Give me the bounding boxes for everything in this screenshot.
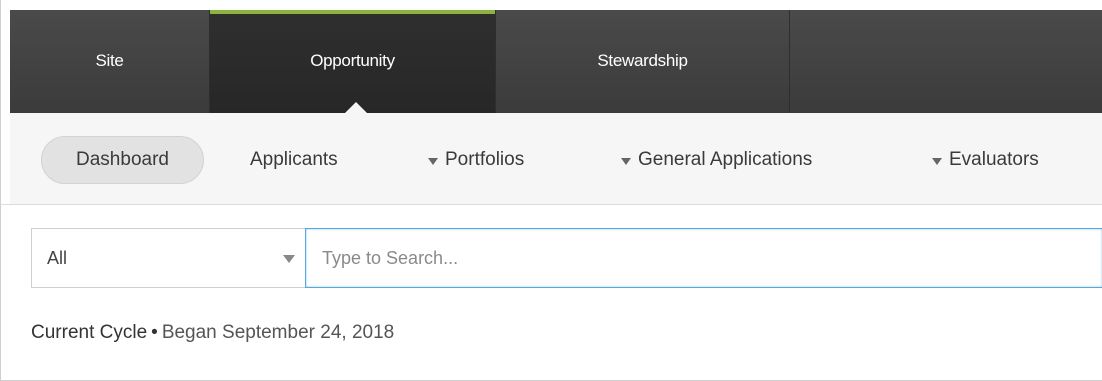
current-cycle-info: Current Cycle • Began September 24, 2018 xyxy=(31,322,394,344)
subnav-dashboard-label: Dashboard xyxy=(76,149,169,170)
active-tab-caret-icon xyxy=(344,102,368,114)
dropdown-triangle-icon xyxy=(932,157,942,165)
tab-opportunity[interactable]: Opportunity xyxy=(210,10,496,113)
top-tab-bar: Site Opportunity Stewardship xyxy=(10,10,1102,113)
subnav-evaluators-label: Evaluators xyxy=(949,149,1039,170)
dropdown-triangle-icon xyxy=(428,157,438,165)
subnav-portfolios[interactable]: Portfolios xyxy=(428,136,524,184)
tab-bar-filler xyxy=(790,10,1102,113)
chevron-down-icon xyxy=(283,255,295,263)
subnav-portfolios-label: Portfolios xyxy=(445,149,525,170)
search-input[interactable] xyxy=(305,228,1102,288)
dropdown-triangle-icon xyxy=(621,157,631,165)
subnav-applicants-label: Applicants xyxy=(250,149,338,170)
cycle-began-date: Began September 24, 2018 xyxy=(161,322,395,343)
tab-stewardship-label: Stewardship xyxy=(597,50,688,70)
subnav-evaluators[interactable]: Evaluators xyxy=(932,136,1039,184)
tab-stewardship[interactable]: Stewardship xyxy=(496,10,790,113)
subnav-general-applications-label: General Applications xyxy=(638,149,813,170)
cycle-separator: • xyxy=(151,322,158,343)
tab-site-label: Site xyxy=(95,50,124,70)
subnav-bar: Dashboard Applicants Portfolios General … xyxy=(10,113,1102,205)
left-divider xyxy=(0,113,10,205)
search-filter-value: All xyxy=(47,247,68,268)
tab-site[interactable]: Site xyxy=(10,10,210,113)
cycle-label: Current Cycle xyxy=(31,322,148,343)
subnav-dashboard[interactable]: Dashboard xyxy=(41,136,204,184)
subnav-general-applications[interactable]: General Applications xyxy=(621,136,812,184)
subnav-applicants[interactable]: Applicants xyxy=(250,136,338,184)
tab-opportunity-label: Opportunity xyxy=(310,50,395,70)
search-filter-select[interactable]: All xyxy=(31,228,305,288)
